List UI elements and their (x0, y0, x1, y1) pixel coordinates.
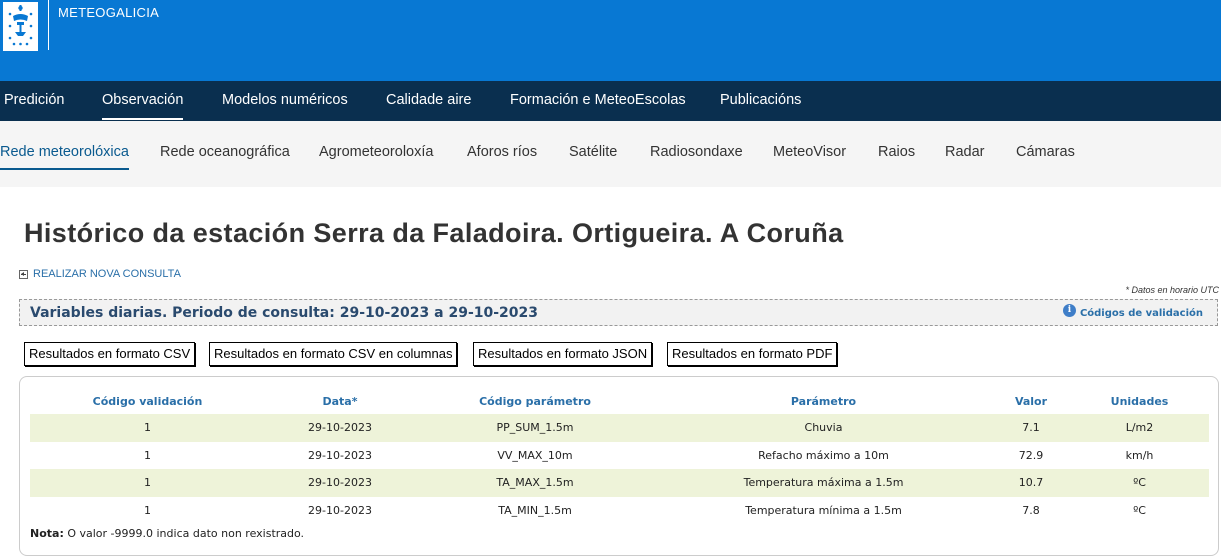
cell-parameter: Temperatura mínima a 1.5m (745, 503, 902, 517)
page-title: Histórico da estación Serra da Faladoira… (24, 218, 844, 248)
footnote: Nota: O valor -9999.0 indica dato non re… (30, 527, 304, 540)
cell-parameter-code: VV_MAX_10m (497, 448, 573, 462)
period-text: Variables diarias. Periodo de consulta: … (30, 305, 539, 321)
xunta-logo-icon[interactable] (3, 2, 38, 51)
main-nav-publicacions[interactable]: Publicacións (720, 92, 801, 108)
csv-columns-button[interactable]: Resultados en formato CSV en columnas (209, 342, 458, 366)
main-nav-formacion[interactable]: Formación e MeteoEscolas (510, 92, 686, 108)
header-parameter: Parámetro (790, 395, 857, 408)
cell-validation-code: 1 (30, 414, 265, 442)
footnote-label: Nota: (30, 527, 64, 540)
logo-separator (48, 0, 49, 50)
table-row: 1 29-10-2023 TA_MIN_1.5m Temperatura mín… (30, 497, 1209, 525)
header-parameter-code: Código parámetro (479, 395, 591, 408)
cell-parameter: Temperatura máxima a 1.5m (655, 469, 992, 497)
header-units: Unidades (1110, 395, 1169, 408)
cell-value: 10.7 (992, 469, 1070, 497)
json-button[interactable]: Resultados en formato JSON (473, 342, 653, 366)
cell-units: ºC (1133, 503, 1146, 517)
sub-nav-agrometeoroloxia[interactable]: Agrometeoroloxía (319, 144, 433, 160)
period-bar: Variables diarias. Periodo de consulta: … (19, 299, 1218, 326)
cell-parameter-code: TA_MAX_1.5m (415, 469, 655, 497)
cell-value: 7.8 (1022, 503, 1040, 517)
cell-units: L/m2 (1070, 414, 1209, 442)
cell-units: ºC (1070, 469, 1209, 497)
cell-date: 29-10-2023 (308, 503, 372, 517)
pdf-button[interactable]: Resultados en formato PDF (667, 342, 838, 366)
main-nav-modelos-numericos[interactable]: Modelos numéricos (222, 92, 348, 108)
sub-nav-satelite[interactable]: Satélite (569, 144, 617, 160)
cell-units: km/h (1125, 448, 1154, 462)
sub-nav-aforos-rios[interactable]: Aforos ríos (467, 144, 537, 160)
sub-nav-raios[interactable]: Raios (878, 144, 915, 160)
cell-parameter: Refacho máximo a 10m (758, 448, 889, 462)
utc-note: * Datos en horario UTC (1125, 285, 1219, 295)
cell-validation-code: 1 (30, 469, 265, 497)
cell-date: 29-10-2023 (265, 469, 415, 497)
main-nav-observacion[interactable]: Observación (102, 92, 184, 120)
cell-date: 29-10-2023 (265, 414, 415, 442)
cell-validation-code: 1 (144, 448, 151, 462)
main-nav: Predición Observación Modelos numéricos … (0, 81, 1221, 121)
sub-nav-radiosondaxe[interactable]: Radiosondaxe (650, 144, 743, 160)
sub-nav-rede-meteoroloxica[interactable]: Rede meteorolóxica (0, 144, 129, 170)
main-nav-predicion[interactable]: Predición (4, 92, 64, 108)
sub-nav-rede-oceanografica[interactable]: Rede oceanográfica (160, 144, 290, 160)
table-row: 1 29-10-2023 TA_MAX_1.5m Temperatura máx… (30, 469, 1209, 497)
table-row: 1 29-10-2023 VV_MAX_10m Refacho máximo a… (30, 442, 1209, 470)
new-query-label: REALIZAR NOVA CONSULTA (33, 268, 181, 280)
table-header-row: Código validación Data* Código parámetro… (30, 389, 1209, 414)
cell-parameter-code: PP_SUM_1.5m (415, 414, 655, 442)
top-bar: METEOGALICIA (0, 0, 1221, 81)
info-icon: i (1062, 304, 1076, 317)
table-row: 1 29-10-2023 PP_SUM_1.5m Chuvia 7.1 L/m2 (30, 414, 1209, 442)
header-validation-code: Código validación (92, 395, 203, 408)
sub-nav: Rede meteorolóxica Rede oceanográfica Ag… (0, 121, 1221, 187)
cell-parameter: Chuvia (655, 414, 992, 442)
cell-value: 72.9 (1018, 448, 1044, 462)
sub-nav-radar[interactable]: Radar (945, 144, 985, 160)
cell-date: 29-10-2023 (308, 448, 372, 462)
validation-codes-link[interactable]: i Códigos de validación (1062, 304, 1203, 320)
main-nav-calidade-aire[interactable]: Calidade aire (386, 92, 471, 108)
results-table: Código validación Data* Código parámetro… (30, 389, 1209, 524)
header-date: Data* (322, 395, 358, 408)
cell-validation-code: 1 (144, 503, 151, 517)
back-arrow-icon (19, 269, 28, 279)
csv-button[interactable]: Resultados en formato CSV (24, 342, 196, 366)
brand-name[interactable]: METEOGALICIA (58, 5, 159, 20)
header-value: Valor (1014, 395, 1048, 408)
footnote-text: O valor -9999.0 indica dato non rexistra… (63, 527, 305, 540)
sub-nav-meteovisor[interactable]: MeteoVisor (773, 144, 846, 160)
cell-parameter-code: TA_MIN_1.5m (498, 503, 572, 517)
cell-value: 7.1 (992, 414, 1070, 442)
validation-codes-label: Códigos de validación (1079, 308, 1203, 319)
sub-nav-camaras[interactable]: Cámaras (1016, 144, 1075, 160)
new-query-link[interactable]: REALIZAR NOVA CONSULTA (19, 268, 181, 280)
